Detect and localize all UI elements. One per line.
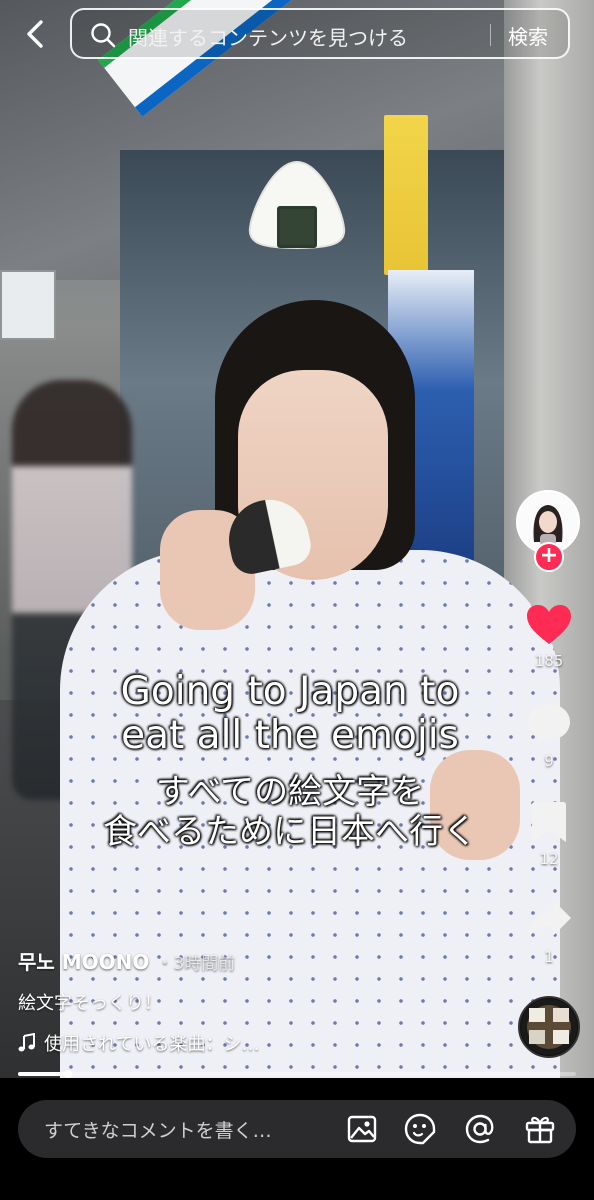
at-icon: [465, 1114, 494, 1144]
video-player[interactable]: [0, 0, 594, 1078]
chevron-left-icon: [27, 20, 43, 48]
image-button[interactable]: [346, 1113, 378, 1145]
share-icon: [527, 900, 571, 940]
caption-english-line1: Going to Japan to: [120, 669, 460, 714]
music-disc-button[interactable]: [518, 996, 580, 1058]
search-bar[interactable]: 関連するコンテンツを見つける 検索: [70, 8, 570, 59]
comment-area: すてきなコメントを書く…: [0, 1078, 594, 1200]
video-progress-bar[interactable]: [18, 1070, 576, 1078]
station-sign: [0, 270, 56, 340]
mention-button[interactable]: [464, 1113, 496, 1145]
rice-ball-emoji-icon: [248, 160, 346, 250]
progress-fill: [18, 1072, 69, 1076]
sticker-icon: [404, 1113, 436, 1145]
follow-button[interactable]: +: [534, 542, 564, 572]
sticker-button[interactable]: [404, 1113, 436, 1145]
search-submit-button[interactable]: 検索: [508, 21, 548, 50]
post-time: 3時間前: [173, 954, 236, 974]
comment-count: 9: [544, 752, 554, 770]
music-disc-icon: [521, 999, 577, 1055]
caption-japanese-line2: 食べるために日本へ行く: [103, 812, 477, 852]
store-poster: [384, 115, 428, 275]
comment-button[interactable]: 9: [520, 702, 578, 770]
search-input[interactable]: 関連するコンテンツを見つける: [128, 22, 408, 51]
save-count: 12: [539, 850, 559, 868]
image-icon: [347, 1115, 377, 1143]
post-description[interactable]: 絵文字そっくり！: [18, 989, 162, 1015]
search-icon: [91, 23, 116, 48]
post-time-separator: ・: [156, 954, 174, 974]
comment-input[interactable]: すてきなコメントを書く…: [44, 1116, 272, 1143]
like-count: 185: [534, 652, 564, 670]
creator-avatar-group[interactable]: +: [516, 490, 582, 572]
music-title: 使用されている楽曲：シ…: [44, 1034, 260, 1055]
caption-japanese-line1: すべての絵文字を: [155, 772, 425, 812]
heart-icon: [527, 605, 571, 644]
music-note-icon: [18, 1033, 35, 1052]
comment-icon: [528, 704, 570, 744]
music-link[interactable]: 使用されている楽曲：シ…: [18, 1030, 259, 1056]
back-button[interactable]: [18, 14, 52, 54]
gift-icon: [525, 1116, 555, 1144]
author-row[interactable]: 무노 MOONO ・3時間前: [18, 946, 235, 975]
author-name[interactable]: 무노 MOONO: [18, 950, 149, 974]
gift-button[interactable]: [524, 1113, 556, 1145]
like-button[interactable]: 185: [520, 604, 578, 670]
search-divider: [490, 24, 491, 46]
caption-english-line2: eat all the emojis: [121, 713, 459, 758]
share-button[interactable]: 1: [520, 898, 578, 966]
comment-input-bar[interactable]: すてきなコメントを書く…: [18, 1100, 576, 1158]
share-count: 1: [544, 948, 554, 966]
